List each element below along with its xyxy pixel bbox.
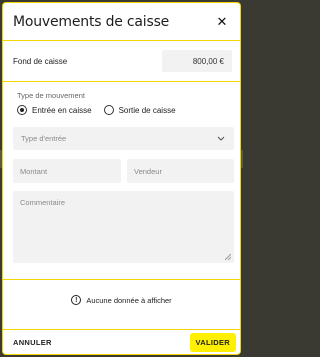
movement-type-label: Type de mouvement — [17, 91, 85, 100]
close-icon[interactable]: ✕ — [214, 14, 230, 30]
cash-float-value: 800,00 € — [162, 50, 232, 72]
empty-state-text: Aucune donnée à afficher — [86, 295, 172, 305]
radio-checked-icon — [17, 105, 27, 115]
seller-input[interactable]: Vendeur — [127, 159, 234, 183]
modal-title: Mouvements de caisse — [13, 13, 170, 30]
chevron-down-icon — [216, 134, 226, 144]
entry-type-placeholder: Type d'entrée — [21, 134, 67, 143]
resize-handle-icon[interactable] — [225, 254, 231, 260]
radio-unchecked-icon — [103, 105, 114, 115]
amount-placeholder: Montant — [20, 166, 48, 176]
divider — [3, 279, 240, 280]
cancel-button[interactable]: ANNULER — [13, 338, 52, 347]
radio-sortie[interactable]: Sortie de caisse — [103, 105, 176, 115]
cash-float-row: Fond de caisse 800,00 € — [3, 41, 240, 82]
info-icon: ! — [71, 295, 82, 305]
modal-footer: ANNULER VALIDER — [3, 329, 240, 354]
entry-type-select[interactable]: Type d'entrée — [13, 127, 234, 150]
modal-header: Mouvements de caisse ✕ — [3, 3, 240, 41]
empty-state: ! Aucune donnée à afficher — [3, 295, 240, 305]
cash-movements-modal: Mouvements de caisse ✕ Fond de caisse 80… — [2, 2, 241, 355]
radio-entree[interactable]: Entrée en caisse — [17, 105, 92, 115]
validate-button[interactable]: VALIDER — [189, 332, 236, 352]
cash-float-label: Fond de caisse — [13, 56, 68, 66]
movement-type-radio-group: Entrée en caisse Sortie de caisse — [17, 105, 188, 115]
comment-placeholder: Commentaire — [20, 198, 66, 207]
amount-input[interactable]: Montant — [13, 159, 121, 183]
radio-entree-label: Entrée en caisse — [32, 105, 92, 115]
radio-sortie-label: Sortie de caisse — [118, 105, 176, 115]
seller-placeholder: Vendeur — [134, 166, 162, 176]
comment-textarea[interactable]: Commentaire — [13, 191, 234, 263]
